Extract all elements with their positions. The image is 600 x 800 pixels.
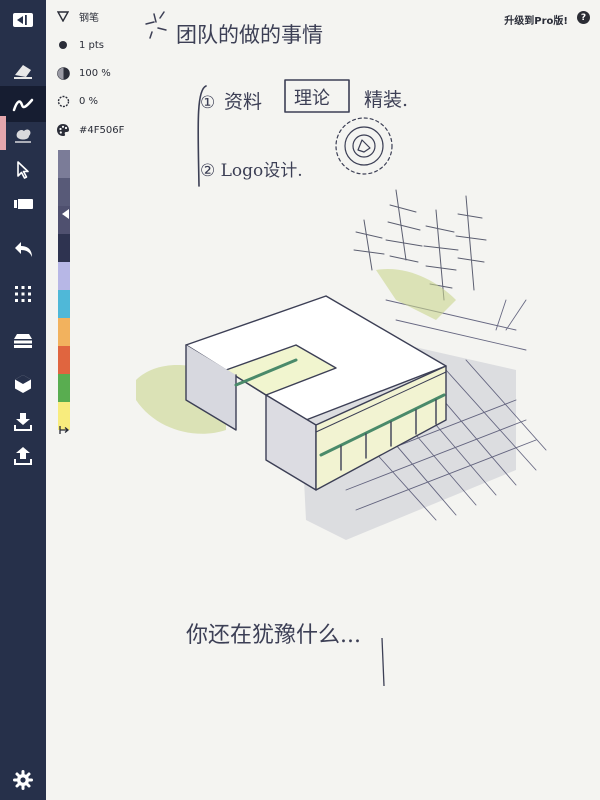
collapse-sidebar-button[interactable]	[0, 2, 46, 38]
grid-button[interactable]	[0, 276, 46, 312]
select-tool-icon	[17, 161, 29, 179]
undo-icon	[15, 242, 32, 257]
sketch-item1-a: 资料	[224, 91, 262, 113]
sketch-item1-b: 精装.	[364, 89, 408, 111]
sketch-item1-box: 理论	[294, 88, 330, 109]
undo-button[interactable]	[0, 232, 46, 268]
sketch-item2: ② Logo设计.	[200, 161, 303, 181]
3d-cube-button[interactable]	[0, 366, 46, 402]
export-icon	[14, 447, 32, 465]
eraser-tool-button[interactable]	[0, 52, 46, 88]
ruler-tool-button[interactable]	[0, 186, 46, 222]
ruler-tool-icon	[13, 199, 33, 209]
bottom-stroke	[381, 637, 385, 687]
sketch-item1-prefix: ①	[200, 93, 215, 113]
layers-icon	[14, 334, 32, 348]
sketch-bottom-note: 你还在犹豫什么...	[186, 623, 361, 648]
smudge-tool-icon	[15, 129, 31, 143]
export-button[interactable]	[0, 438, 46, 474]
settings-button[interactable]	[0, 762, 46, 798]
layers-button[interactable]	[0, 322, 46, 358]
pen-tool-icon	[12, 98, 34, 112]
cube-icon	[15, 375, 31, 393]
collapse-sidebar-icon	[13, 13, 33, 27]
sketch-title: 团队的做的事情	[176, 23, 323, 47]
toolbar	[0, 0, 46, 800]
smudge-tool-button[interactable]	[0, 116, 46, 152]
import-icon	[14, 413, 32, 431]
lawn-wash-right	[376, 269, 456, 320]
select-tool-button[interactable]	[0, 152, 46, 188]
grid-icon	[15, 286, 31, 302]
import-button[interactable]	[0, 404, 46, 440]
title-star-mark	[145, 11, 167, 39]
drawing-canvas[interactable]: 团队的做的事情 ① 资料 理论 精装. ② Logo设计. 你还在犹豫什么...	[46, 0, 600, 800]
settings-icon	[13, 770, 33, 790]
logo-doodle	[335, 117, 393, 175]
eraser-tool-icon	[14, 65, 32, 79]
